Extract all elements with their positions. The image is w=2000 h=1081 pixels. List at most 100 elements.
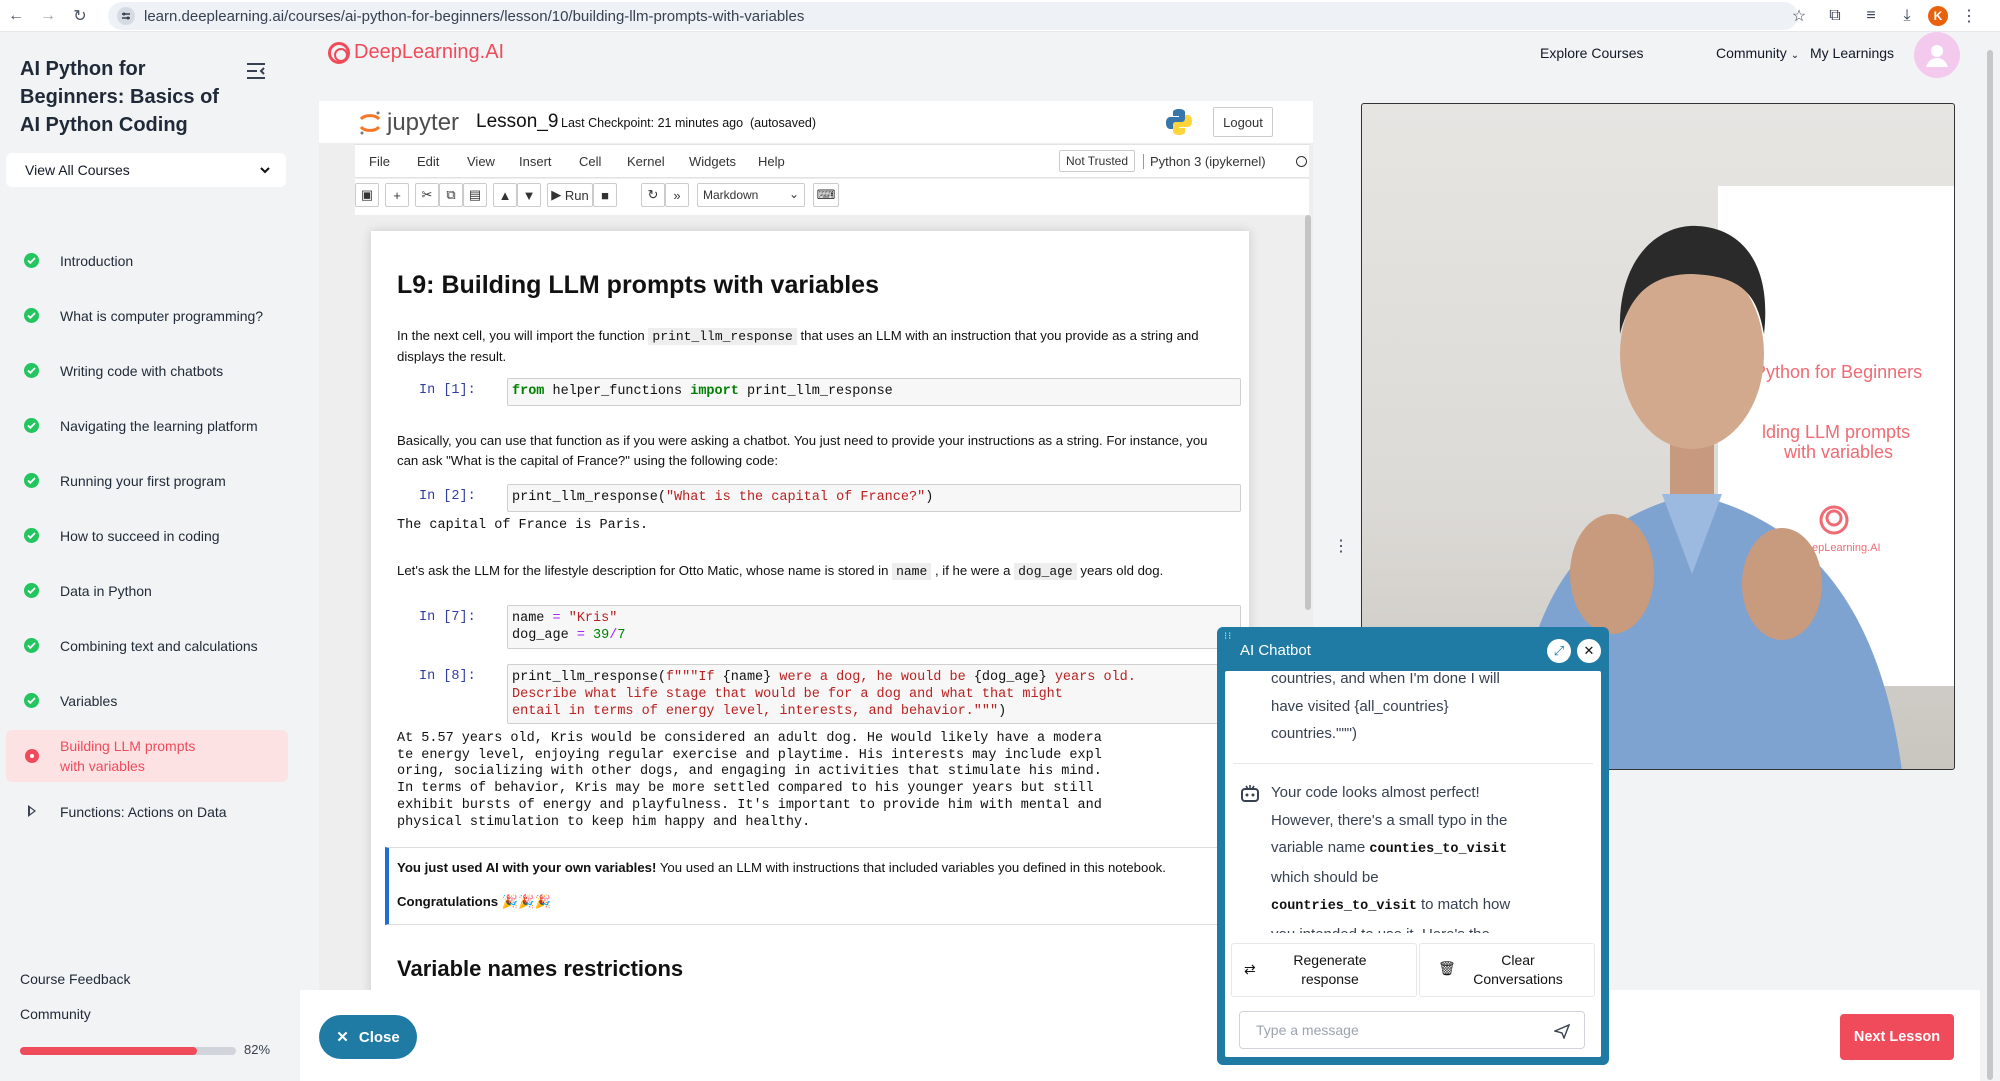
lesson-item[interactable]: Variables [6, 673, 288, 728]
page-scrollbar[interactable] [1986, 40, 1994, 1080]
chevron-down-icon: ⌄ [1790, 50, 1800, 61]
download-icon[interactable]: ⤓ [1892, 1, 1922, 31]
ai-chatbot-panel: ⁝⁝ AI Chatbot ⤢ ✕ countries, and when I'… [1217, 627, 1609, 1065]
menu-cell[interactable]: Cell [579, 154, 601, 169]
chat-message-input[interactable]: Type a message [1239, 1011, 1585, 1049]
community-link[interactable]: Community [20, 1006, 91, 1022]
course-sidebar: AI Python for Beginners: Basics of AI Py… [0, 33, 300, 1081]
kernel-status-icon [1296, 156, 1307, 167]
clear-conversations-button[interactable]: 🗑 Clear Conversations [1419, 943, 1595, 997]
lesson-item[interactable]: Data in Python [6, 563, 288, 618]
view-all-courses-dropdown[interactable]: View All Courses [6, 153, 286, 187]
lesson-item-current[interactable]: Building LLM prompts with variables [6, 730, 288, 782]
keyboard-icon[interactable]: ⌨ [813, 183, 839, 207]
lesson-item[interactable]: Introduction [6, 233, 288, 288]
panel-resize-handle[interactable]: ⋮ [1333, 536, 1349, 556]
deeplearning-logo[interactable]: DeepLearning.AI [328, 41, 504, 64]
notebook-name[interactable]: Lesson_9 [476, 111, 558, 133]
back-icon[interactable]: ← [0, 0, 32, 32]
media-icon[interactable]: ≡ [1856, 1, 1886, 31]
jupyter-logo-icon [359, 111, 381, 135]
markdown-cell[interactable]: Basically, you can use that function as … [397, 431, 1227, 471]
user-avatar[interactable] [1914, 32, 1960, 78]
paste-icon[interactable]: ▤ [463, 183, 487, 207]
lesson-item[interactable]: How to succeed in coding [6, 508, 288, 563]
menu-kernel[interactable]: Kernel [627, 154, 665, 169]
save-icon[interactable]: ▣ [355, 183, 379, 207]
bookmark-star-icon[interactable]: ☆ [1784, 1, 1814, 31]
callout-rest: You used an LLM with instructions that i… [656, 860, 1166, 875]
markdown-cell[interactable]: Let's ask the LLM for the lifestyle desc… [397, 561, 1227, 582]
chevron-down-icon: ⌄ [788, 187, 799, 201]
code-cell[interactable]: name = "Kris" dog_age = 39/7 [507, 605, 1241, 649]
lesson-item[interactable]: Combining text and calculations [6, 618, 288, 673]
restart-icon[interactable]: ↻ [641, 183, 665, 207]
next-lesson-button[interactable]: Next Lesson [1840, 1014, 1954, 1060]
cell-type-select[interactable]: Markdown ⌄ [697, 183, 805, 207]
menu-help[interactable]: Help [758, 154, 785, 169]
menu-edit[interactable]: Edit [417, 154, 439, 169]
extensions-icon[interactable]: ⧉ [1820, 1, 1850, 31]
reload-icon[interactable]: ↻ [64, 0, 96, 32]
menu-insert[interactable]: Insert [519, 154, 552, 169]
close-icon: ✕ [336, 1029, 349, 1046]
close-button[interactable]: ✕ Close [319, 1015, 417, 1059]
progress-label: 82% [244, 1042, 271, 1057]
cell-output: At 5.57 years old, Kris would be conside… [397, 731, 1102, 830]
kernel-name[interactable]: Python 3 (ipykernel) [1143, 154, 1266, 169]
lesson-label: Data in Python [60, 582, 152, 599]
menu-view[interactable]: View [467, 154, 495, 169]
scrollbar-thumb[interactable] [1305, 215, 1311, 610]
regenerate-response-button[interactable]: ⇄ Regenerate response [1231, 943, 1417, 997]
lesson-label: Introduction [60, 252, 134, 269]
jupyter-notebook-frame: jupyter Lesson_9 Last Checkpoint: 21 min… [319, 101, 1313, 990]
lesson-item[interactable]: Running your first program [6, 453, 288, 508]
code-cell[interactable]: print_llm_response(f"""If {name} were a … [507, 664, 1241, 724]
move-down-icon[interactable]: ▼ [517, 183, 541, 207]
chat-message-bot: Your code looks almost perfect! However,… [1271, 779, 1571, 948]
jupyter-brand: jupyter [387, 109, 460, 136]
not-trusted-badge[interactable]: Not Trusted [1059, 150, 1136, 172]
menu-dots-icon[interactable]: ⋮ [1954, 1, 1984, 31]
site-settings-icon[interactable] [117, 7, 135, 25]
code-cell[interactable]: from helper_functions import print_llm_r… [507, 378, 1241, 406]
community-menu[interactable]: Community ⌄ [1716, 45, 1799, 61]
menu-file[interactable]: File [369, 154, 390, 169]
profile-avatar[interactable]: K [1928, 6, 1948, 26]
stop-icon[interactable]: ■ [593, 183, 617, 207]
menu-widgets[interactable]: Widgets [689, 154, 736, 169]
section-heading: Variable names restrictions [397, 956, 684, 981]
course-feedback-link[interactable]: Course Feedback [20, 971, 131, 987]
course-progress-bar [20, 1047, 236, 1055]
collapse-sidebar-icon[interactable] [244, 59, 268, 83]
chat-line: countries.""") [1271, 725, 1358, 742]
run-button[interactable]: ▶ Run [547, 183, 593, 207]
cell-prompt: In [8]: [419, 669, 476, 684]
lesson-item[interactable]: What is computer programming? [6, 288, 288, 343]
close-chat-icon[interactable]: ✕ [1577, 639, 1601, 663]
lesson-item[interactable]: Navigating the learning platform [6, 398, 288, 453]
drag-handle-icon[interactable]: ⁝⁝ [1224, 631, 1232, 642]
explore-courses-link[interactable]: Explore Courses [1540, 45, 1644, 61]
cut-icon[interactable]: ✂ [415, 183, 439, 207]
logout-button[interactable]: Logout [1213, 107, 1273, 137]
code-cell[interactable]: print_llm_response("What is the capital … [507, 484, 1241, 512]
forward-icon[interactable]: → [32, 0, 64, 32]
copy-icon[interactable]: ⧉ [439, 183, 463, 207]
chat-line: have visited {all_countries} [1271, 697, 1449, 715]
page-scrollbar-thumb[interactable] [1987, 50, 1993, 1080]
add-cell-icon[interactable]: + [385, 183, 409, 207]
lesson-label: Variables [60, 692, 118, 709]
callout-bold: You just used AI with your own variables… [397, 860, 657, 875]
address-bar[interactable]: learn.deeplearning.ai/courses/ai-python-… [108, 2, 1798, 30]
my-learnings-link[interactable]: My Learnings [1810, 45, 1894, 61]
move-up-icon[interactable]: ▲ [493, 183, 517, 207]
lesson-item[interactable]: Functions: Actions on Data [6, 784, 288, 839]
expand-icon[interactable]: ⤢ [1547, 639, 1571, 663]
trash-icon: 🗑 [1438, 960, 1456, 976]
lesson-item[interactable]: Writing code with chatbots [6, 343, 288, 398]
jupyter-logo[interactable]: jupyter [359, 109, 459, 137]
markdown-cell[interactable]: In the next cell, you will import the fu… [397, 326, 1227, 367]
fast-forward-icon[interactable]: » [665, 183, 689, 207]
send-icon[interactable] [1554, 1023, 1570, 1039]
